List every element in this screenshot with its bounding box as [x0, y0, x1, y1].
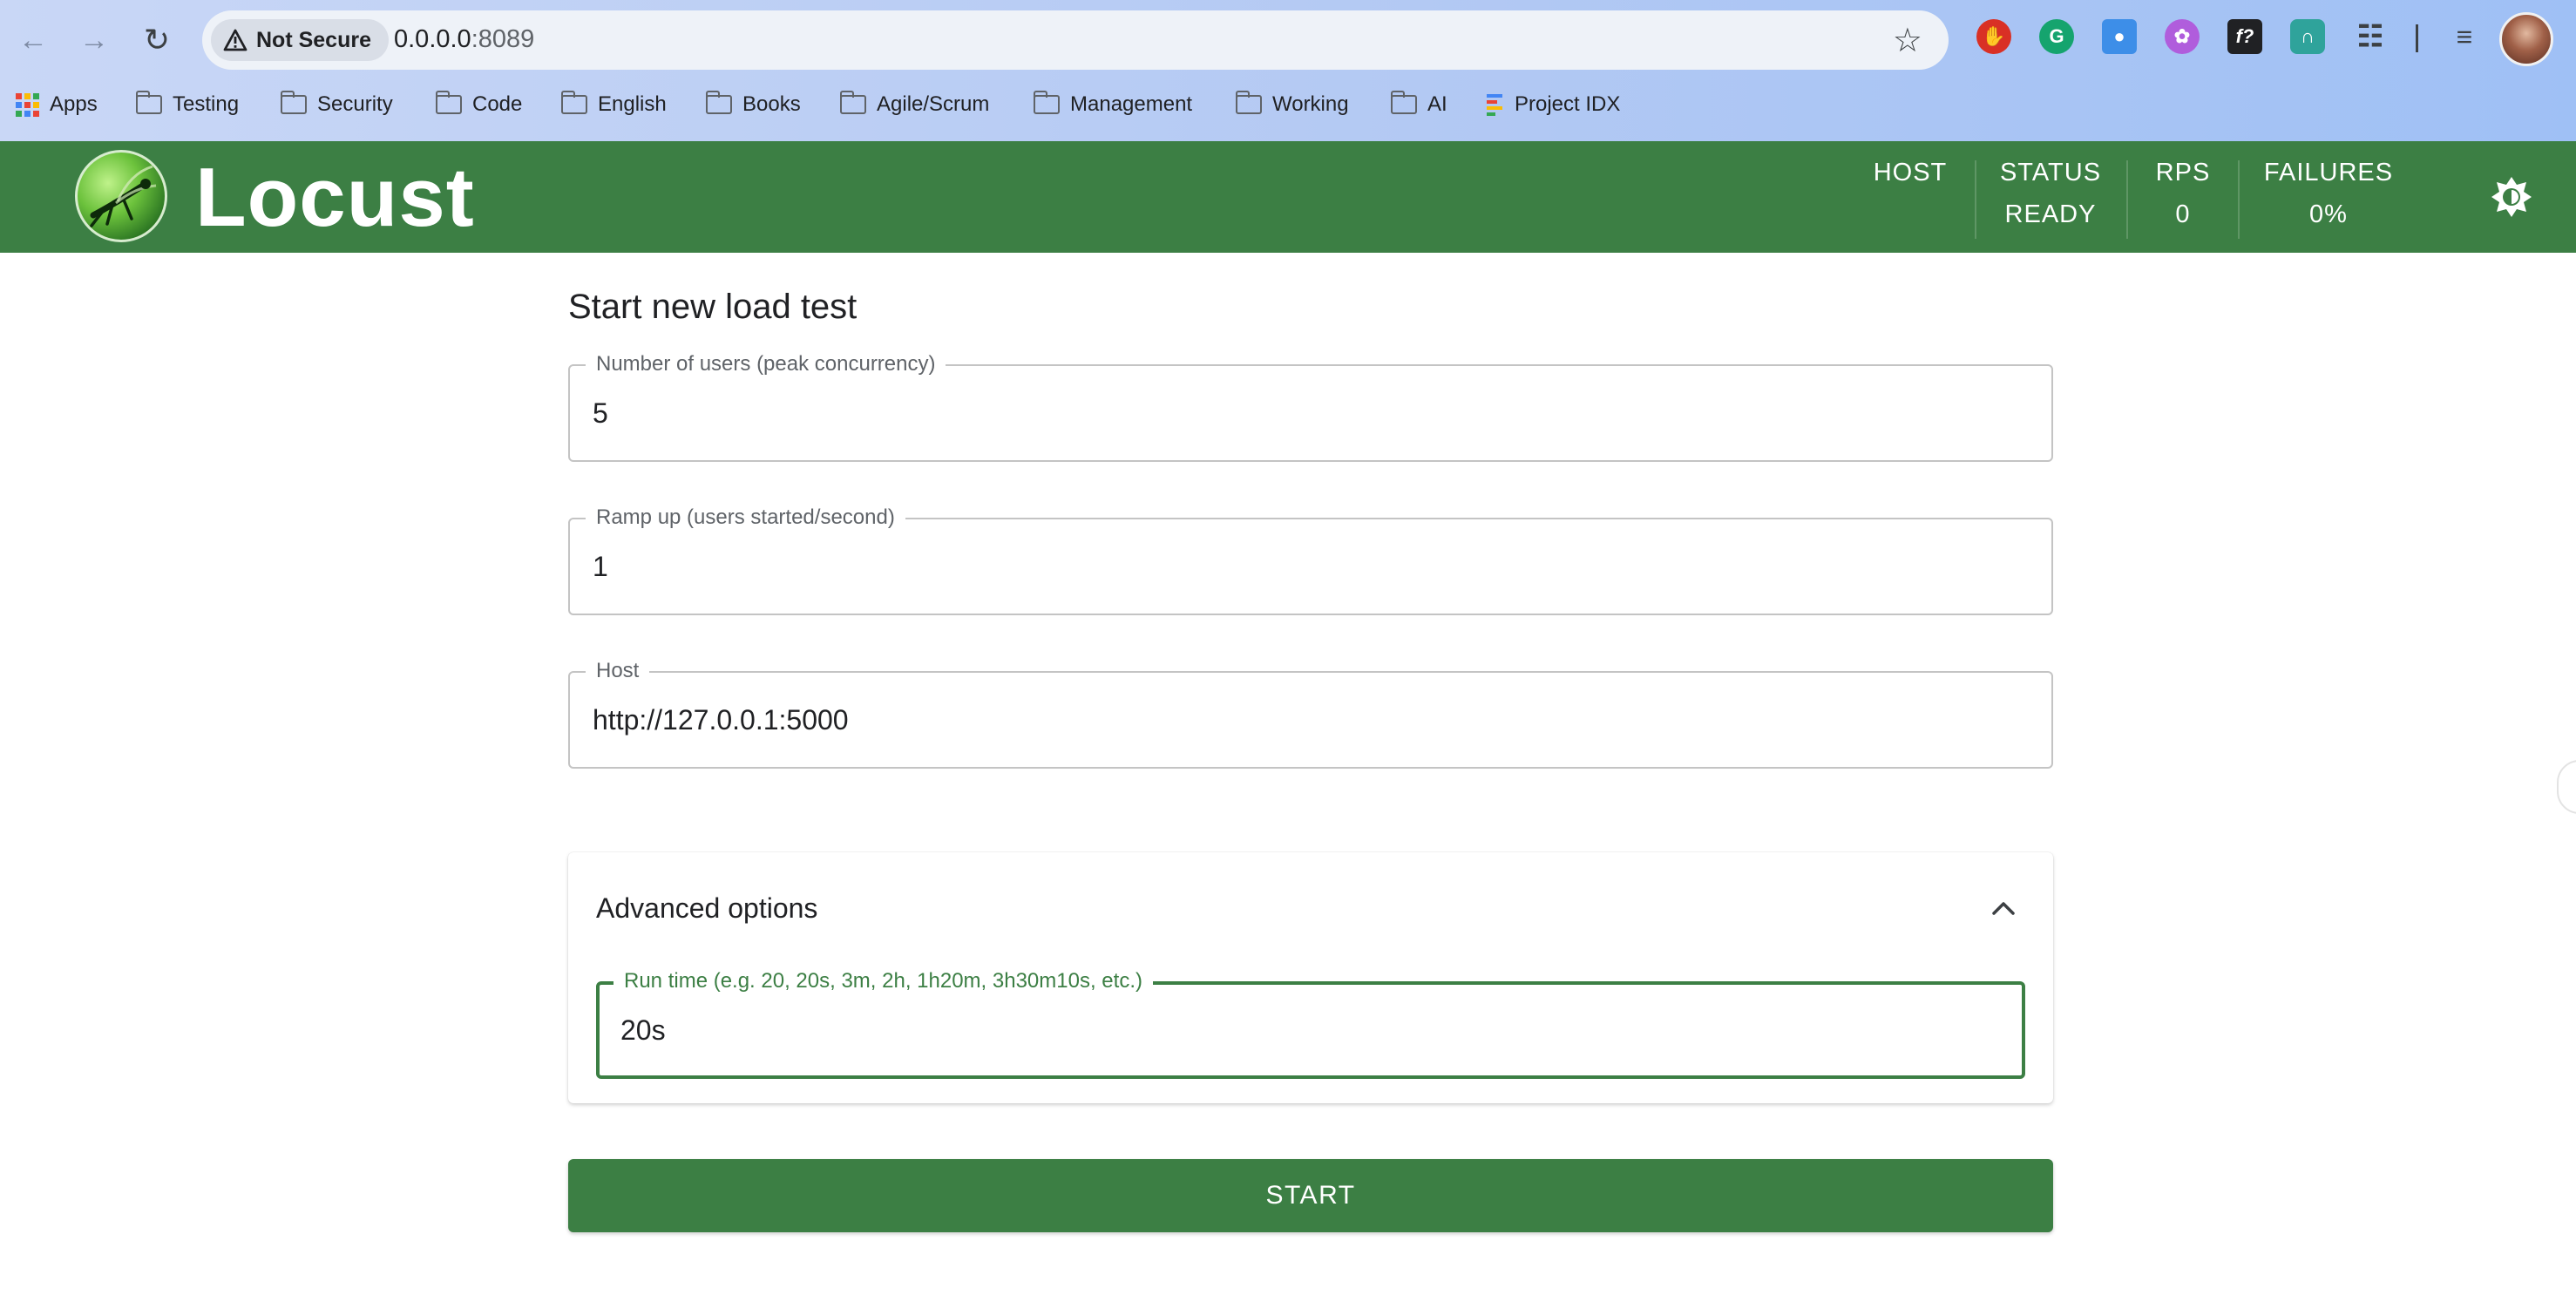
bookmark-testing[interactable]: Testing	[135, 85, 240, 124]
stat-divider	[1975, 160, 1976, 239]
host-field[interactable]: Host http://127.0.0.1:5000	[568, 659, 2053, 769]
ramp-up-label: Ramp up (users started/second)	[586, 505, 905, 530]
run-time-field[interactable]: Run time (e.g. 20, 20s, 3m, 2h, 1h20m, 3…	[596, 969, 2025, 1079]
advanced-options-toggle[interactable]: Advanced options	[596, 892, 817, 925]
grammarly-extension-icon[interactable]: G	[2039, 19, 2074, 54]
start-button[interactable]: START	[568, 1159, 2053, 1232]
locust-header: Locust HOST STATUS READY RPS 0 FAILURES …	[0, 141, 2576, 253]
stat-rps: RPS 0	[2147, 159, 2219, 229]
drop-extension-icon[interactable]: ●	[2102, 19, 2137, 54]
bookmark-project-idx[interactable]: Project IDX	[1485, 85, 1620, 124]
security-chip-label: Not Secure	[256, 27, 371, 52]
bookmark-label: Apps	[50, 92, 98, 116]
stat-value: 0	[2175, 200, 2191, 228]
stat-host: HOST	[1867, 159, 1954, 200]
bookmark-code[interactable]: Code	[435, 85, 523, 124]
reading-list-icon[interactable]: ≡	[2447, 19, 2482, 54]
bookmark-label: AI	[1427, 92, 1447, 116]
users-label: Number of users (peak concurrency)	[586, 352, 946, 376]
stat-label: HOST	[1873, 159, 1948, 186]
formula-extension-icon[interactable]: f?	[2227, 19, 2262, 54]
bookmark-label: Books	[742, 92, 801, 116]
stat-value: 0%	[2309, 200, 2348, 228]
adblock-extension-icon[interactable]: ✋	[1976, 19, 2011, 54]
run-time-input[interactable]: 20s	[620, 1014, 666, 1047]
brain-extension-icon[interactable]: ✿	[2165, 19, 2200, 54]
bookmark-english[interactable]: English	[560, 85, 667, 124]
locust-insect-icon	[90, 165, 157, 227]
url-text[interactable]: 0.0.0.0:8089	[394, 25, 534, 54]
folder-icon	[1033, 91, 1060, 114]
theme-toggle-icon[interactable]	[2489, 174, 2534, 220]
url-port: :8089	[471, 25, 535, 53]
bookmark-label: Working	[1272, 92, 1349, 116]
bookmark-label: Project IDX	[1515, 92, 1621, 116]
folder-icon	[705, 91, 732, 114]
stat-label: RPS	[2155, 159, 2211, 186]
bookmark-apps[interactable]: Apps	[16, 85, 98, 124]
security-chip[interactable]: Not Secure	[211, 19, 389, 61]
bookmark-label: Testing	[173, 92, 240, 116]
bookmark-working[interactable]: Working	[1235, 85, 1349, 124]
bookmark-agile-scrum[interactable]: Agile/Scrum	[839, 85, 990, 124]
side-panel-tab[interactable]	[2557, 760, 2576, 814]
brand-title: Locust	[195, 151, 475, 244]
toolbar-divider	[2416, 24, 2418, 52]
reload-icon[interactable]: ↻	[136, 19, 178, 61]
bookmark-label: Agile/Scrum	[877, 92, 990, 116]
bookmark-label: Code	[472, 92, 523, 116]
folder-icon	[1390, 91, 1417, 114]
stat-divider	[2238, 160, 2240, 239]
bookmark-security[interactable]: Security	[280, 85, 393, 124]
stat-label: STATUS	[1999, 159, 2102, 186]
bookmark-ai[interactable]: AI	[1390, 85, 1447, 124]
profile-avatar[interactable]	[2499, 12, 2553, 66]
folder-icon	[435, 91, 462, 114]
users-field[interactable]: Number of users (peak concurrency) 5	[568, 352, 2053, 462]
host-label: Host	[586, 659, 650, 683]
advanced-options-panel: Advanced options Run time (e.g. 20, 20s,…	[568, 852, 2053, 1103]
stat-status: STATUS READY	[1996, 159, 2105, 229]
forward-icon[interactable]: →	[73, 19, 115, 61]
project-idx-icon	[1487, 94, 1502, 116]
chevron-up-icon[interactable]	[1989, 894, 2018, 924]
run-time-label: Run time (e.g. 20, 20s, 3m, 2h, 1h20m, 3…	[613, 969, 1153, 993]
folder-icon	[560, 91, 587, 114]
bookmark-label: Management	[1070, 92, 1193, 116]
browser-chrome: ← → ↻ Not Secure 0.0.0.0:8089 ☆ ✋ G ● ✿ …	[0, 0, 2576, 141]
bookmark-star-icon[interactable]: ☆	[1893, 21, 1922, 60]
stat-value: READY	[2004, 200, 2097, 228]
folder-icon	[280, 91, 307, 114]
locust-logo	[75, 150, 167, 242]
folder-icon	[135, 91, 162, 114]
url-host: 0.0.0.0	[394, 25, 471, 53]
ramp-up-input[interactable]: 1	[593, 551, 608, 583]
stat-failures: FAILURES 0%	[2261, 159, 2396, 229]
folder-icon	[1235, 91, 1262, 114]
teal-extension-icon[interactable]: ∩	[2290, 19, 2325, 54]
bookmark-management[interactable]: Management	[1033, 85, 1193, 124]
ramp-up-field[interactable]: Ramp up (users started/second) 1	[568, 505, 2053, 615]
bookmark-books[interactable]: Books	[705, 85, 801, 124]
bookmark-label: English	[598, 92, 667, 116]
stat-label: FAILURES	[2263, 159, 2394, 186]
warning-icon	[223, 29, 247, 51]
back-icon[interactable]: ←	[12, 19, 54, 61]
folder-icon	[839, 91, 866, 114]
users-input[interactable]: 5	[593, 397, 608, 430]
address-bar[interactable]: Not Secure 0.0.0.0:8089 ☆	[202, 10, 1949, 70]
page-title: Start new load test	[568, 288, 858, 326]
apps-grid-icon	[16, 92, 39, 117]
stat-divider	[2126, 160, 2128, 239]
host-input[interactable]: http://127.0.0.1:5000	[593, 704, 849, 736]
extensions-puzzle-icon[interactable]: ☷	[2353, 19, 2388, 54]
bookmarks-bar: Apps Testing Security Code English Books…	[0, 85, 2576, 124]
browser-toolbar: ← → ↻ Not Secure 0.0.0.0:8089 ☆ ✋ G ● ✿ …	[0, 0, 2576, 80]
bookmark-label: Security	[317, 92, 393, 116]
